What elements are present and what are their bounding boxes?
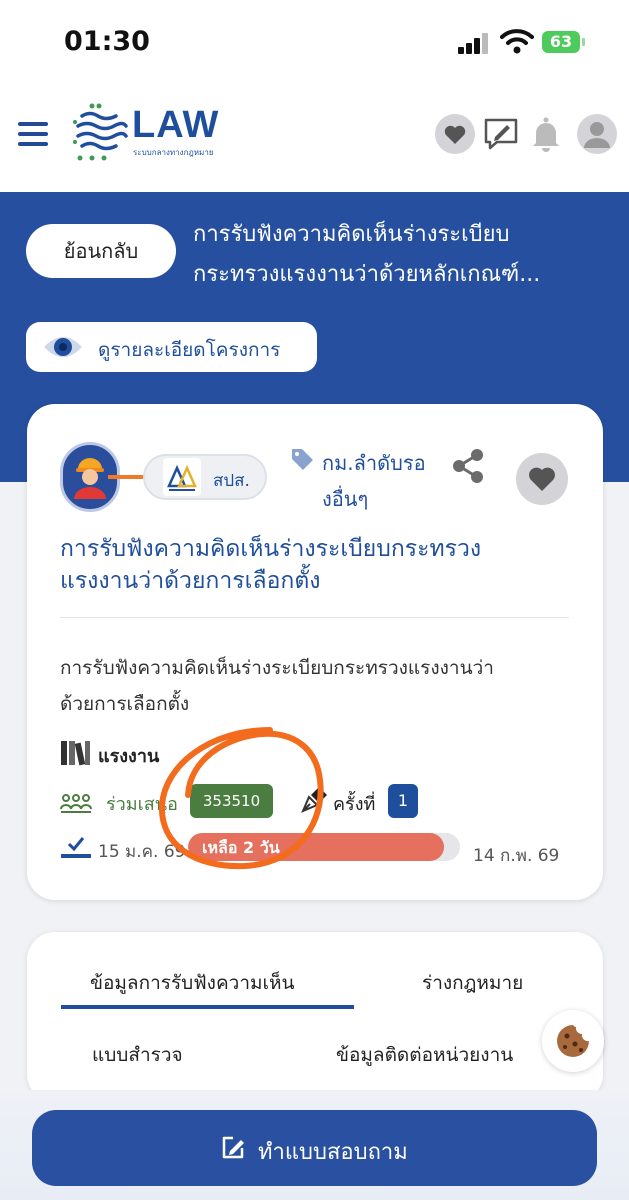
cookie-settings-button[interactable] [542,1010,604,1072]
status-bar: 01:30 63 [0,0,629,82]
books-icon [61,741,90,766]
page-title-line-1: การรับฟังความคิดเห็นร่างระเบียบ [193,222,510,247]
category-tag[interactable]: กม.ลำดับรอ งอื่นๆ [322,445,447,517]
logo-subtitle: ระบบกลางทางกฎหมาย [133,148,214,157]
page-title: การรับฟังความคิดเห็นร่างระเบียบ กระทรวงแ… [193,215,603,295]
end-date: 14 ก.พ. 69 [473,846,560,866]
user-avatar-icon[interactable] [577,114,617,154]
active-tab-indicator [61,1005,354,1009]
cookie-icon [557,1025,589,1057]
sso-logo-icon [163,458,201,496]
eye-icon [44,337,82,357]
tab-draft-law[interactable]: ร่างกฎหมาย [422,968,523,998]
logo-text: LAW [132,104,220,146]
hand-drawn-circle-annotation [158,727,324,870]
project-description-line-1: การรับฟังความคิดเห็นร่างระเบียบกระทรวงแร… [60,657,494,679]
take-survey-label: ทำแบบสอบถาม [258,1140,408,1165]
take-survey-button[interactable]: ทำแบบสอบถาม [32,1110,597,1186]
tab-survey[interactable]: แบบสำรวจ [92,1040,183,1070]
share-icon[interactable] [450,446,486,486]
view-project-details-button[interactable]: ดูรายละเอียดโครงการ [26,322,317,372]
round-number-badge: 1 [388,784,418,818]
bell-icon[interactable] [526,114,566,154]
card-divider [60,617,569,618]
page-title-line-2: กระทรวงแรงงานว่าด้วยหลักเกณฑ์... [193,262,541,287]
signal-icon [458,32,490,54]
category-tag-line-2: งอื่นๆ [322,487,369,511]
view-project-details-label: ดูรายละเอียดโครงการ [98,339,281,361]
project-description: การรับฟังความคิดเห็นร่างระเบียบกระทรวงแร… [60,650,580,722]
favorites-heart-icon[interactable] [435,114,475,154]
people-icon [60,794,92,813]
back-button[interactable]: ย้อนกลับ [26,224,176,278]
project-title[interactable]: การรับฟังความคิดเห็นร่างระเบียบกระทรวง แ… [60,533,580,597]
edit-icon [222,1136,244,1159]
tab-agency-contact[interactable]: ข้อมูลติดต่อหน่วยงาน [336,1040,513,1070]
app-header: LAW ระบบกลางทางกฎหมาย [0,82,629,192]
avatar-connector [108,475,144,479]
tag-icon [292,449,313,470]
favorite-button[interactable] [516,453,568,505]
menu-icon[interactable] [18,122,48,146]
project-description-line-2: ด้วยการเลือกตั้ง [60,693,190,715]
status-time: 01:30 [64,26,150,57]
category-tag-line-1: กม.ลำดับรอ [322,451,426,475]
heart-icon [529,467,555,491]
org-short-name: สปส. [213,471,250,491]
wifi-icon [500,28,534,54]
battery-icon: 63 [542,31,585,53]
law-logo-icon [73,103,128,161]
info-tabs-card [27,932,603,1102]
edit-message-icon[interactable] [481,114,521,154]
tab-hearing-info[interactable]: ข้อมูลการรับฟังความเห็น [90,968,295,998]
project-title-line-2: แรงงานว่าด้วยการเลือกตั้ง [60,568,321,594]
calendar-check-icon [61,837,91,858]
project-title-line-1: การรับฟังความคิดเห็นร่างระเบียบกระทรวง [60,536,482,562]
